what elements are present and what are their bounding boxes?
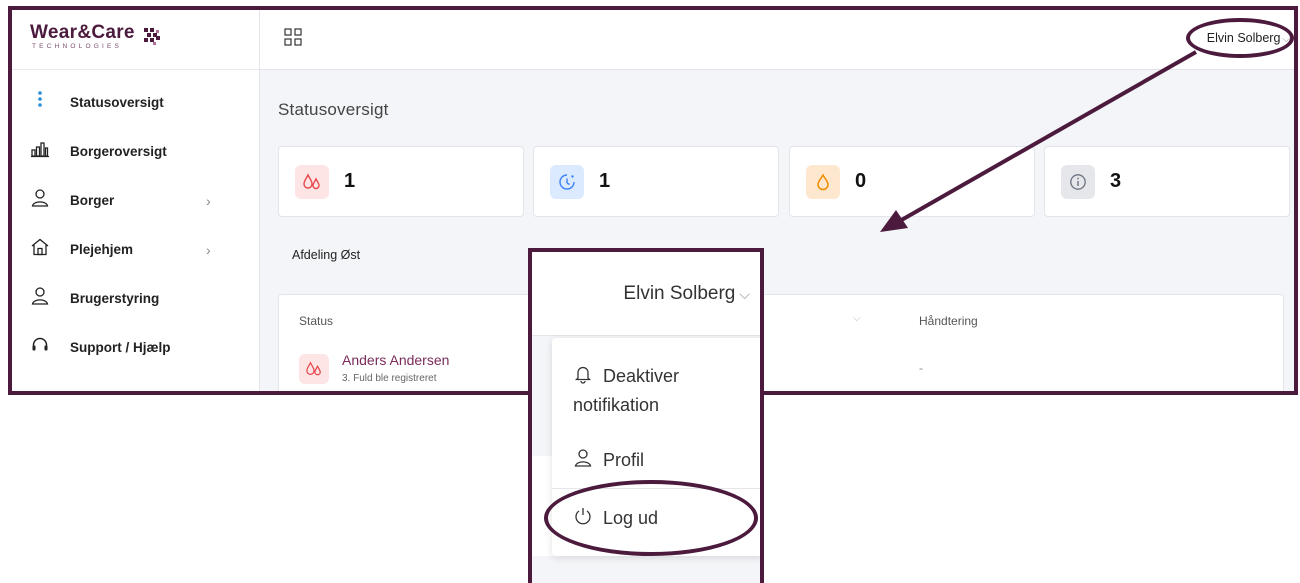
topbar: Elvin Solberg ⌵: [260, 10, 1294, 70]
user-icon: [31, 287, 49, 305]
stat-value: 1: [599, 170, 611, 192]
stat-value: 0: [855, 170, 867, 192]
stat-card-warning[interactable]: 0: [789, 146, 1035, 217]
sidebar-item-label: Borger: [70, 193, 115, 208]
stat-value: 3: [1110, 170, 1122, 192]
home-icon: [31, 238, 49, 256]
logo-mark-icon: [144, 28, 160, 45]
column-header-handling[interactable]: Håndtering: [919, 314, 978, 328]
clock-alert-icon: [559, 174, 575, 190]
user-icon: [574, 449, 592, 467]
menu-item-label: Deaktiver: [603, 366, 680, 386]
sidebar-item-borger[interactable]: Borger ›: [12, 180, 259, 229]
row-status-badge: [299, 354, 329, 384]
apps-grid-icon[interactable]: [284, 28, 302, 46]
logo[interactable]: Wear&Care TECHNOLOGIES: [12, 10, 259, 70]
chevron-down-icon: ⌵: [739, 286, 750, 302]
page-title: Statusoversigt: [278, 100, 389, 119]
bell-icon: [574, 366, 592, 384]
sidebar: Wear&Care TECHNOLOGIES Statusoversigt Bo…: [12, 10, 260, 391]
vertical-dots-icon: [38, 91, 42, 107]
menu-item-label-continued: notifikation: [573, 395, 660, 415]
menu-item-label: Profil: [603, 450, 645, 470]
stat-badge: [550, 165, 584, 199]
sidebar-item-label: Borgeroversigt: [70, 144, 167, 159]
status-table: Status ⌵ Håndtering Anders Andersen 3. F…: [278, 294, 1284, 391]
user-icon: [31, 189, 49, 207]
sidebar-item-label: Support / Hjælp: [70, 340, 171, 355]
stat-badge: [806, 165, 840, 199]
menu-item-profile[interactable]: Profil: [573, 446, 644, 475]
main-content: Statusoversigt 1 1 0 3 Afdeling Øst Stat…: [260, 70, 1294, 391]
row-citizen-name[interactable]: Anders Andersen: [342, 352, 449, 368]
menu-item-deactivate-notification[interactable]: Deaktiver notifikation: [573, 362, 679, 420]
user-name-highlight: [1186, 18, 1294, 58]
sidebar-item-brugerstyring[interactable]: Brugerstyring: [12, 278, 259, 327]
drop-icon: [817, 173, 829, 191]
sidebar-item-statusoversigt[interactable]: Statusoversigt: [12, 82, 259, 131]
stat-badge: [1061, 165, 1095, 199]
row-detail: 3. Fuld ble registreret: [342, 373, 437, 384]
chevron-right-icon: ›: [206, 242, 211, 258]
drops-icon: [303, 173, 320, 190]
stat-badge: [295, 165, 329, 199]
bar-chart-icon: [31, 142, 49, 158]
sidebar-nav: Statusoversigt Borgeroversigt Borger › P…: [12, 82, 259, 376]
logo-tagline: TECHNOLOGIES: [32, 43, 123, 50]
sidebar-item-label: Brugerstyring: [70, 291, 160, 306]
chevron-down-icon[interactable]: ⌵: [853, 313, 861, 324]
zoom-user-name: Elvin Solberg: [623, 283, 736, 304]
sidebar-item-label: Statusoversigt: [70, 95, 164, 110]
drops-icon: [306, 361, 321, 376]
sidebar-item-label: Plejehjem: [70, 242, 134, 257]
logo-brand: Wear&Care: [30, 22, 135, 43]
sidebar-item-support[interactable]: Support / Hjælp: [12, 327, 259, 376]
row-handling: -: [919, 361, 923, 375]
chevron-right-icon: ›: [206, 193, 211, 209]
zoom-header: Elvin Solberg ⌵: [532, 252, 760, 336]
headset-icon: [32, 337, 48, 351]
logout-highlight: [544, 480, 758, 556]
stat-value: 1: [344, 170, 356, 192]
stat-card-urgent[interactable]: 1: [278, 146, 524, 217]
sidebar-item-plejehjem[interactable]: Plejehjem ›: [12, 229, 259, 278]
department-label: Afdeling Øst: [292, 248, 361, 262]
column-header-status[interactable]: Status: [299, 314, 333, 328]
stat-card-pending[interactable]: 1: [533, 146, 779, 217]
stat-card-info[interactable]: 3: [1044, 146, 1290, 217]
zoom-user-menu-toggle[interactable]: Elvin Solberg ⌵: [623, 283, 750, 305]
sidebar-item-borgeroversigt[interactable]: Borgeroversigt: [12, 131, 259, 180]
info-icon: [1070, 174, 1086, 190]
